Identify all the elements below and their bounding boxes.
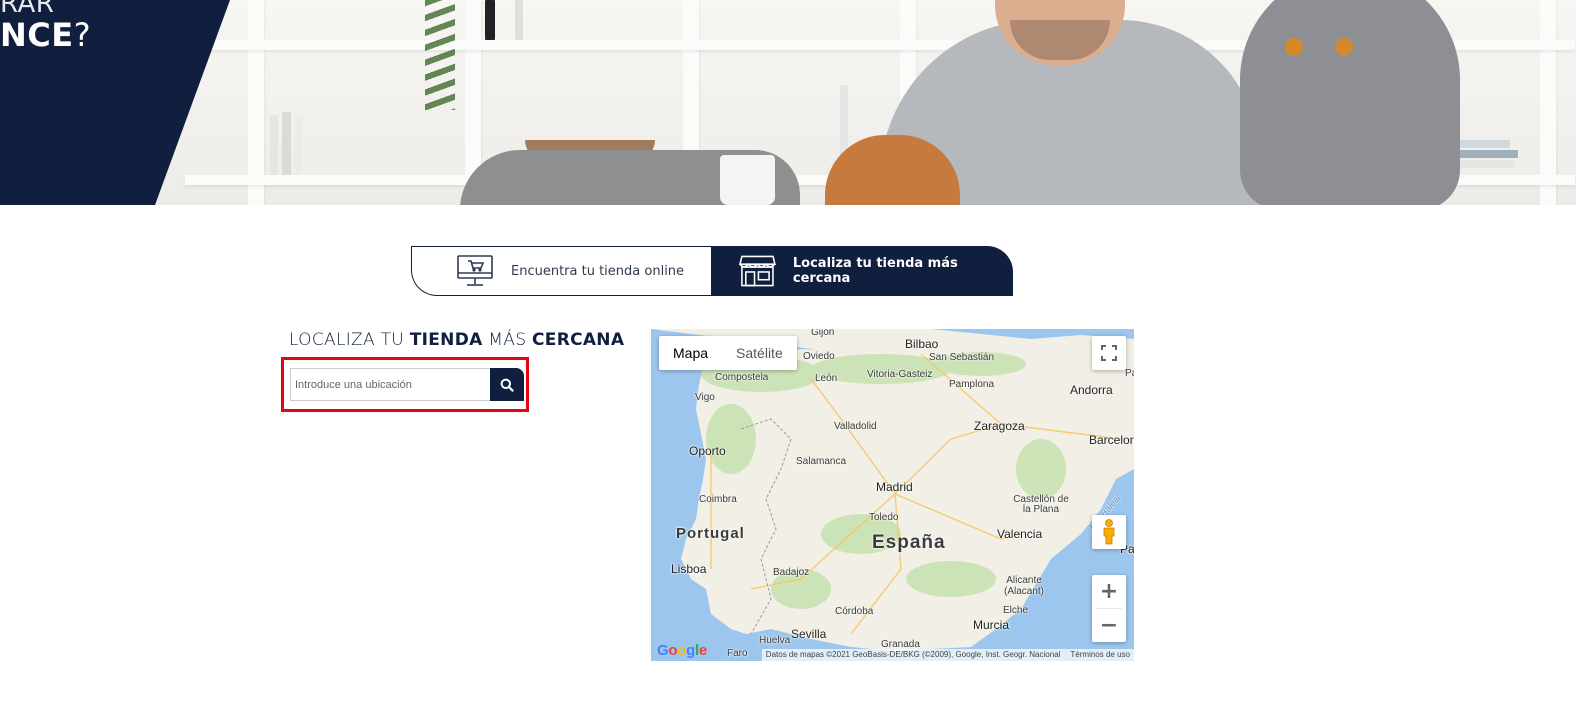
tab-online-label: Encuentra tu tienda online bbox=[511, 263, 685, 279]
search-highlight-box bbox=[281, 357, 529, 412]
zoom-out-button[interactable]: − bbox=[1092, 609, 1126, 642]
zoom-in-button[interactable]: + bbox=[1092, 575, 1126, 608]
fullscreen-button[interactable] bbox=[1092, 336, 1126, 370]
search-icon bbox=[500, 378, 514, 392]
cat-image bbox=[1240, 0, 1460, 205]
google-logo[interactable]: Google bbox=[657, 642, 707, 659]
map-type-map-button[interactable]: Mapa bbox=[659, 336, 722, 370]
store-map[interactable]: Gijón Bilbao San Sebastián Oviedo Compos… bbox=[651, 329, 1134, 661]
map-footer: Google Datos de mapas ©2021 GeoBasis-DE/… bbox=[651, 642, 1134, 661]
tab-store-label: Localiza tu tienda más cercana bbox=[792, 256, 958, 286]
map-type-control: Mapa Satélite bbox=[659, 336, 797, 370]
location-search-input[interactable] bbox=[290, 368, 491, 401]
computer-cart-icon bbox=[457, 255, 493, 286]
street-view-pegman-button[interactable] bbox=[1092, 515, 1126, 549]
tab-nearest-store[interactable]: Localiza tu tienda más cercana bbox=[711, 246, 1013, 296]
pegman-icon bbox=[1103, 519, 1115, 545]
tab-online-store[interactable]: Encuentra tu tienda online bbox=[411, 246, 712, 296]
hero-slogan: RAR NCE? bbox=[0, 0, 92, 54]
hero-slogan-bold: NCE bbox=[0, 16, 74, 54]
zoom-control: + − bbox=[1092, 575, 1126, 642]
terms-link[interactable]: Términos de uso bbox=[1070, 650, 1130, 659]
hero-slogan-suffix: ? bbox=[73, 16, 92, 54]
locator-title: LOCALIZA TU TIENDA MÁS CERCANA bbox=[289, 330, 625, 350]
store-finder-tabs: Encuentra tu tienda online Localiza tu t… bbox=[411, 246, 1013, 296]
search-button[interactable] bbox=[490, 368, 524, 401]
map-attribution: Datos de mapas ©2021 GeoBasis-DE/BKG (©2… bbox=[761, 649, 1134, 661]
hero-banner: RAR NCE? bbox=[0, 0, 1576, 205]
hero-slogan-top: RAR bbox=[0, 0, 55, 19]
map-type-satellite-button[interactable]: Satélite bbox=[722, 336, 797, 370]
fullscreen-icon bbox=[1101, 345, 1117, 361]
plant-decoration bbox=[425, 0, 455, 110]
storefront-icon bbox=[739, 255, 776, 287]
